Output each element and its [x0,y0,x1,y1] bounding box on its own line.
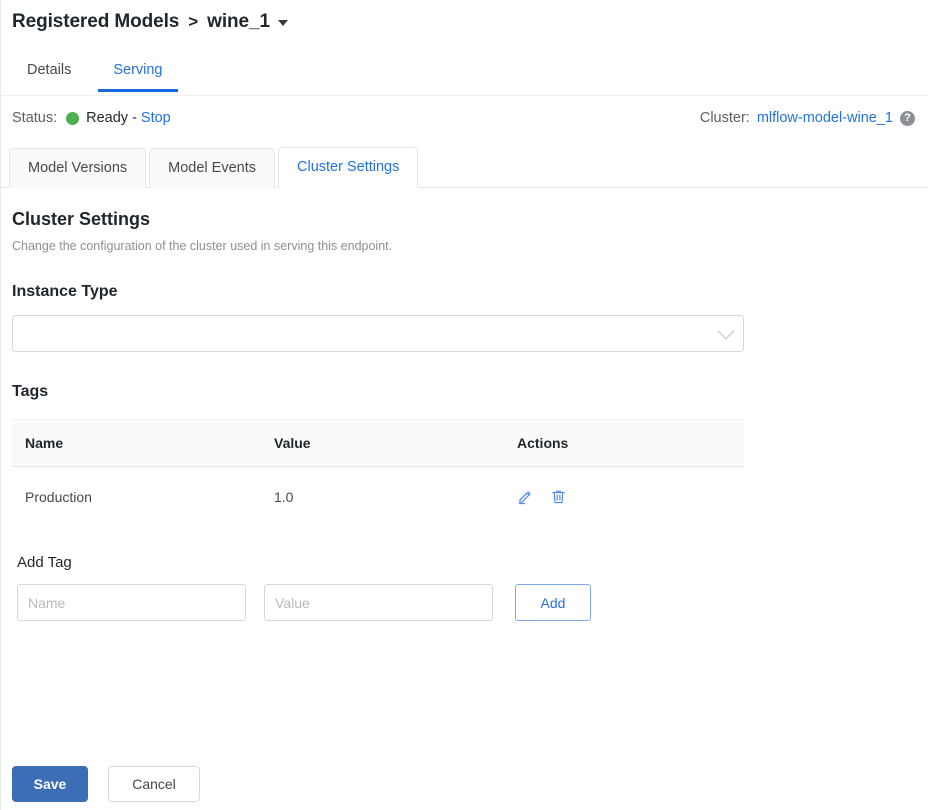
tab-cluster-settings-label: Cluster Settings [297,159,399,175]
secondary-tabs: Model Versions Model Events Cluster Sett… [1,140,928,188]
breadcrumb: Registered Models > wine_1 [1,0,928,34]
form-actions: Save Cancel [12,766,200,802]
save-button[interactable]: Save [12,766,88,802]
status-indicator-icon [66,112,79,125]
instance-type-select[interactable] [12,315,744,352]
tag-name-input[interactable] [17,584,246,621]
caret-down-icon[interactable] [278,20,288,26]
tab-cluster-settings[interactable]: Cluster Settings [278,147,418,188]
page-description: Change the configuration of the cluster … [12,239,917,253]
column-header-value: Value [261,420,504,467]
status-bar: Status: Ready - Stop Cluster: mlflow-mod… [1,96,928,140]
stop-link[interactable]: Stop [141,110,171,126]
breadcrumb-current: wine_1 [207,11,270,33]
tags-table: Name Value Actions Production 1.0 [12,419,744,526]
pencil-icon[interactable] [517,488,534,505]
tab-model-versions-label: Model Versions [28,160,127,176]
status-dash: - [132,110,137,126]
tab-serving-label: Serving [113,62,162,78]
tab-serving[interactable]: Serving [98,56,177,91]
help-icon[interactable]: ? [900,111,915,126]
chevron-down-icon [718,323,735,340]
tag-value-input[interactable] [264,584,493,621]
add-tag-form: Add [12,584,917,621]
breadcrumb-separator: > [188,12,198,32]
breadcrumb-root[interactable]: Registered Models [12,11,179,33]
instance-type-label: Instance Type [12,283,917,301]
table-header-row: Name Value Actions [12,420,744,467]
cluster-settings-panel: Cluster Settings Change the configuratio… [1,209,928,621]
tab-model-versions[interactable]: Model Versions [9,148,146,188]
tab-model-events[interactable]: Model Events [149,148,275,188]
column-header-actions: Actions [504,420,744,467]
status-label: Status: [12,110,57,126]
add-tag-label: Add Tag [17,554,917,571]
tag-name-cell: Production [12,467,261,527]
primary-tabs: Details Serving [1,56,928,96]
cluster-group: Cluster: mlflow-model-wine_1 ? [700,110,915,126]
cancel-button[interactable]: Cancel [108,766,200,802]
tag-actions-cell [504,467,744,527]
cluster-link[interactable]: mlflow-model-wine_1 [757,110,893,126]
status-state: Ready [86,110,128,126]
add-tag-button[interactable]: Add [515,584,591,621]
page-title: Cluster Settings [12,209,917,230]
tab-details[interactable]: Details [12,56,86,91]
tab-model-events-label: Model Events [168,160,256,176]
status-group: Status: Ready - Stop [12,110,171,126]
column-header-name: Name [12,420,261,467]
tab-details-label: Details [27,62,71,78]
trash-icon[interactable] [550,488,567,505]
tags-section-label: Tags [12,383,917,401]
serving-page: Registered Models > wine_1 Details Servi… [0,0,928,810]
cluster-label: Cluster: [700,110,750,126]
tag-value-cell: 1.0 [261,467,504,527]
table-row: Production 1.0 [12,467,744,527]
